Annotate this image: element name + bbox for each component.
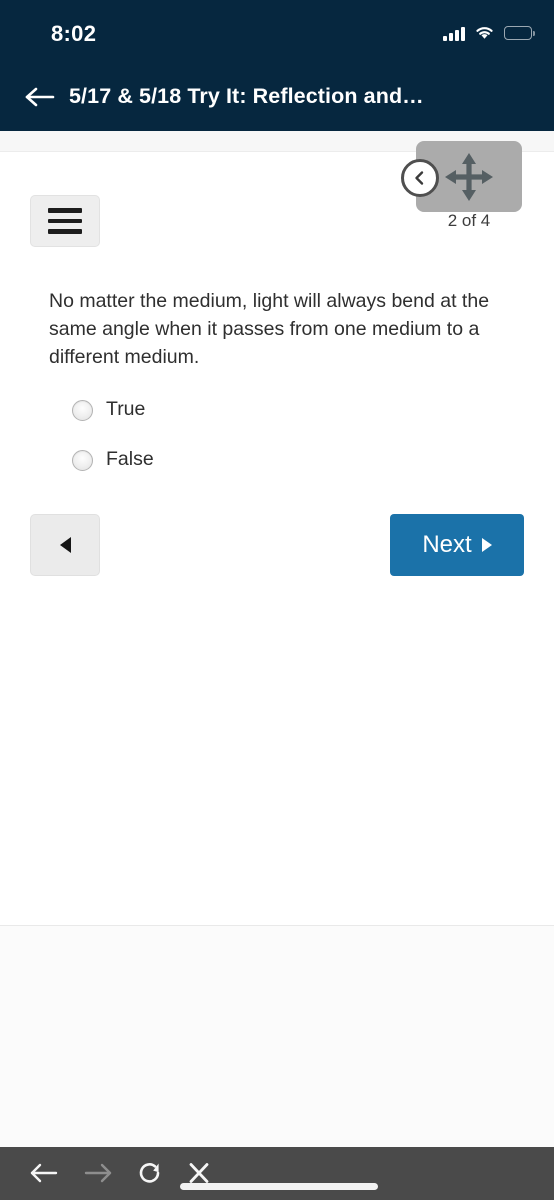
triangle-right-icon: [481, 538, 492, 552]
quiz-content-area: 2 of 4 No matter the medium, light will …: [0, 141, 554, 925]
battery-icon: [504, 26, 535, 40]
radio-button-true[interactable]: [72, 399, 93, 421]
status-bar: 8:02: [0, 0, 554, 62]
below-fold-area: [0, 925, 554, 1147]
app-root: 8:02 5/17 & 5/18 Try It: Reflection and……: [0, 0, 554, 1200]
choice-false[interactable]: False: [72, 447, 492, 473]
arrow-left-icon[interactable]: [22, 82, 56, 112]
choice-label-false: False: [106, 448, 154, 471]
answer-choices: True False: [72, 397, 492, 497]
cellular-signal-icon: [443, 26, 465, 41]
status-bar-icons: [443, 22, 535, 44]
browser-forward-button[interactable]: [82, 1160, 114, 1186]
home-indicator-bar[interactable]: [180, 1183, 378, 1190]
hamburger-menu-icon[interactable]: [30, 195, 100, 247]
status-bar-time: 8:02: [51, 21, 97, 46]
radio-button-false[interactable]: [72, 449, 93, 471]
question-text: No matter the medium, light will always …: [49, 290, 490, 368]
nav-header: 8:02 5/17 & 5/18 Try It: Reflection and…: [0, 0, 554, 131]
wifi-icon: [476, 27, 493, 39]
browser-toolbar: [0, 1147, 554, 1200]
move-four-arrows-icon: [445, 152, 493, 201]
nav-title-row: 5/17 & 5/18 Try It: Reflection and…: [0, 62, 554, 131]
browser-back-button[interactable]: [28, 1160, 60, 1186]
choice-label-true: True: [106, 398, 146, 421]
next-button[interactable]: Next: [390, 514, 524, 576]
chevron-left-circle-icon[interactable]: [401, 159, 439, 197]
triangle-left-icon: [59, 537, 71, 553]
browser-reload-button[interactable]: [136, 1159, 164, 1187]
next-button-label: Next: [422, 531, 472, 558]
choice-true[interactable]: True: [72, 397, 492, 423]
page-title: 5/17 & 5/18 Try It: Reflection and…: [69, 84, 424, 108]
previous-button[interactable]: [30, 514, 100, 576]
page-counter: 2 of 4: [447, 211, 491, 230]
